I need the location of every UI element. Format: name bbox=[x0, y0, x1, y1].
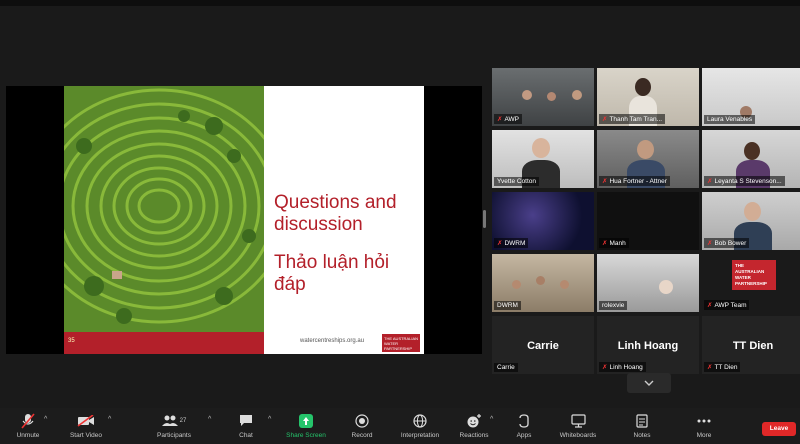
chat-options-caret[interactable]: ^ bbox=[268, 416, 271, 423]
slide-page-number: 35 bbox=[68, 338, 75, 344]
slide-url: watercentreships.org.au bbox=[300, 338, 365, 344]
mic-muted-icon: ✗ bbox=[707, 302, 713, 309]
mic-muted-icon: ✗ bbox=[707, 364, 713, 371]
mic-muted-icon: ✗ bbox=[602, 178, 608, 185]
leave-button[interactable]: Leave bbox=[762, 422, 796, 436]
mic-muted-icon: ✗ bbox=[602, 364, 608, 371]
participant-name: Yvette Cotton bbox=[494, 177, 540, 186]
participant-name: DWRM bbox=[494, 301, 521, 310]
participant-tile-active-speaker[interactable]: DWRM bbox=[492, 254, 594, 312]
share-screen-icon bbox=[299, 413, 313, 428]
participant-tile[interactable]: Yvette Cotton bbox=[492, 130, 594, 188]
participant-tile[interactable]: ✗ Leyanta S Stevenson... bbox=[702, 130, 800, 188]
participant-name: Laura Venables bbox=[704, 115, 756, 124]
participant-name: ✗ TT Dien bbox=[704, 362, 741, 372]
slide-title-en-1: Questions and bbox=[274, 192, 397, 213]
chevron-down-icon bbox=[644, 380, 654, 386]
mic-muted-icon: ✗ bbox=[497, 240, 503, 247]
notes-icon bbox=[636, 413, 648, 428]
participant-name: ✗ Linh Hoang bbox=[599, 362, 646, 372]
participant-tile[interactable]: ✗ Hua Fortner - Attner bbox=[597, 130, 699, 188]
mic-muted-icon: ✗ bbox=[602, 116, 608, 123]
footer-band: 35 bbox=[64, 332, 264, 354]
meeting-stage: Questions and discussion Thảo luận hỏi đ… bbox=[0, 0, 800, 408]
shared-screen[interactable]: Questions and discussion Thảo luận hỏi đ… bbox=[6, 86, 482, 354]
participant-name: rolexvie bbox=[599, 301, 628, 310]
participant-tile[interactable]: ✗ Thanh Tam Tran... bbox=[597, 68, 699, 126]
participants-options-caret[interactable]: ^ bbox=[208, 416, 211, 423]
interpretation-button[interactable]: Interpretation bbox=[392, 412, 448, 439]
participant-tile[interactable]: Carrie Carrie bbox=[492, 316, 594, 374]
tea-terraces-photo bbox=[64, 86, 264, 354]
participants-count: 27 bbox=[179, 417, 187, 424]
top-bar bbox=[0, 0, 800, 6]
more-dots-icon bbox=[697, 419, 711, 422]
participant-name: ✗ AWP bbox=[494, 114, 523, 124]
slide-title: Questions and discussion Thảo luận hỏi đ… bbox=[274, 192, 424, 296]
apps-button[interactable]: Apps bbox=[496, 412, 552, 439]
chat-button[interactable]: Chat ^ bbox=[218, 412, 274, 439]
slide-title-vi-1: Thảo luận hỏi bbox=[274, 252, 390, 273]
chat-icon bbox=[240, 415, 252, 426]
participant-tile[interactable]: ✗ DWRM bbox=[492, 192, 594, 250]
participant-name: ✗ Manh bbox=[599, 238, 629, 248]
video-off-icon bbox=[77, 414, 94, 427]
participant-name: ✗ Thanh Tam Tran... bbox=[599, 114, 666, 124]
slide-footer: 35 watercentreships.org.au THE AUSTRALIA… bbox=[64, 332, 424, 354]
participant-display-name: TT Dien bbox=[732, 340, 774, 352]
participant-name: ✗ Bob Bower bbox=[704, 238, 750, 248]
awp-team-logo: THE AUSTRALIAN WATER PARTNERSHIP bbox=[732, 260, 776, 290]
participant-tile[interactable]: ✗ Bob Bower bbox=[702, 192, 800, 250]
awp-logo: THE AUSTRALIAN WATER PARTNERSHIP bbox=[382, 334, 420, 352]
share-screen-button[interactable]: Share Screen bbox=[278, 412, 334, 439]
whiteboard-icon bbox=[570, 413, 586, 428]
slide-title-en-2: discussion bbox=[274, 214, 363, 235]
reactions-button[interactable]: Reactions ^ bbox=[446, 412, 502, 439]
mic-muted-icon: ✗ bbox=[707, 240, 713, 247]
presentation-slide: Questions and discussion Thảo luận hỏi đ… bbox=[64, 86, 424, 354]
meeting-toolbar: Unmute ^ Start Video ^ 27 Participants ^… bbox=[0, 408, 800, 444]
reactions-options-caret[interactable]: ^ bbox=[490, 416, 493, 423]
start-video-button[interactable]: Start Video ^ bbox=[58, 412, 114, 439]
globe-icon bbox=[413, 413, 427, 428]
mic-muted-icon: ✗ bbox=[707, 178, 713, 185]
participants-icon bbox=[161, 415, 178, 426]
participant-name: ✗ Hua Fortner - Attner bbox=[599, 176, 670, 186]
participant-tile[interactable]: Laura Venables bbox=[702, 68, 800, 126]
slide-title-vi-2: đáp bbox=[274, 274, 306, 295]
participant-name: Carrie bbox=[494, 363, 518, 372]
whiteboards-button[interactable]: Whiteboards bbox=[550, 412, 606, 439]
apps-icon bbox=[519, 413, 529, 428]
video-options-caret[interactable]: ^ bbox=[108, 416, 111, 423]
smiley-plus-icon bbox=[467, 413, 481, 427]
notes-button[interactable]: Notes bbox=[614, 412, 670, 439]
participant-name: ✗ DWRM bbox=[494, 238, 529, 248]
mic-muted-icon: ✗ bbox=[497, 116, 503, 123]
participant-tile[interactable]: ✗ Manh bbox=[597, 192, 699, 250]
record-icon bbox=[355, 413, 369, 428]
participant-tile[interactable]: ✗ AWP bbox=[492, 68, 594, 126]
participants-button[interactable]: 27 Participants ^ bbox=[146, 412, 211, 439]
more-button[interactable]: More bbox=[676, 412, 732, 439]
unmute-button[interactable]: Unmute ^ bbox=[0, 412, 56, 439]
microphone-muted-icon bbox=[21, 412, 35, 429]
participant-tile[interactable]: rolexvie bbox=[597, 254, 699, 312]
participant-display-name: Linh Hoang bbox=[617, 340, 679, 352]
record-button[interactable]: Record bbox=[334, 412, 390, 439]
audio-options-caret[interactable]: ^ bbox=[44, 416, 47, 423]
resize-handle[interactable] bbox=[483, 210, 486, 228]
participant-tile[interactable]: Linh Hoang ✗ Linh Hoang bbox=[597, 316, 699, 374]
participant-display-name: Carrie bbox=[527, 340, 559, 352]
participant-name: ✗ Leyanta S Stevenson... bbox=[704, 176, 785, 186]
participant-name: ✗ AWP Team bbox=[704, 300, 750, 310]
mic-muted-icon: ✗ bbox=[602, 240, 608, 247]
participant-tile[interactable]: TT Dien ✗ TT Dien bbox=[702, 316, 800, 374]
participant-tile[interactable]: THE AUSTRALIAN WATER PARTNERSHIP ✗ AWP Te… bbox=[702, 254, 800, 312]
gallery-next-page-button[interactable] bbox=[627, 373, 671, 393]
